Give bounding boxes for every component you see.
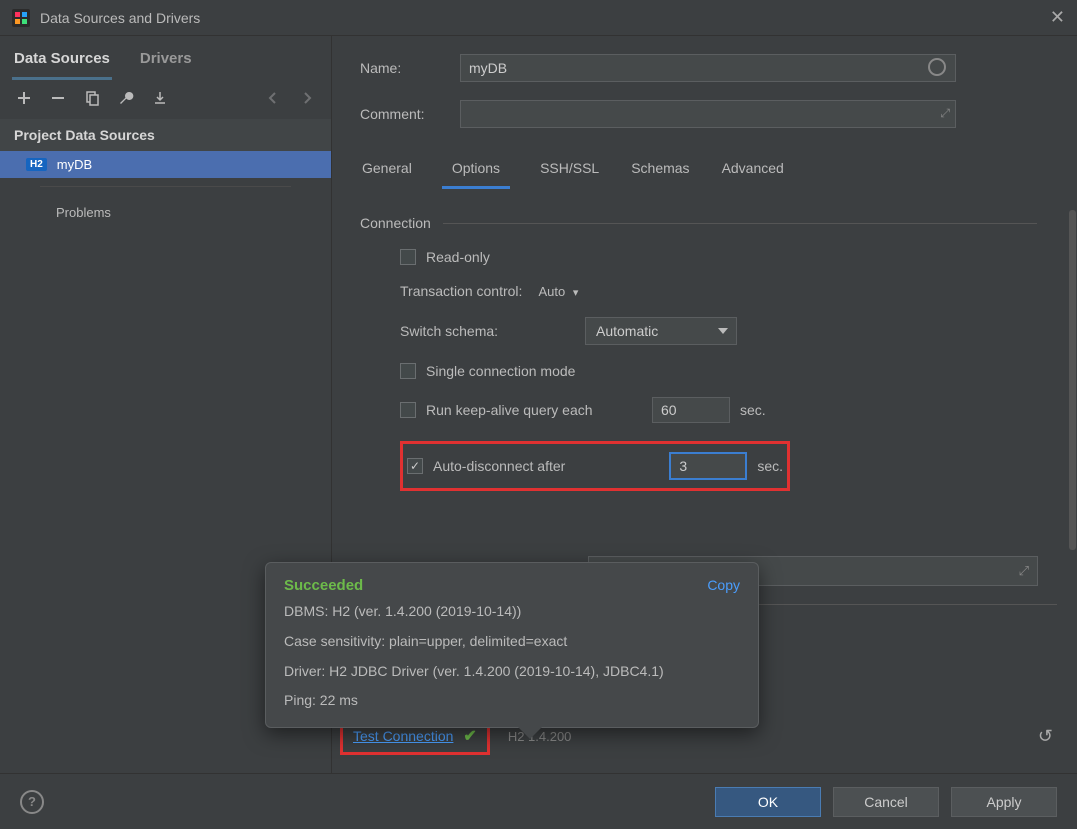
ok-button[interactable]: OK: [715, 787, 821, 817]
tab-drivers[interactable]: Drivers: [138, 44, 194, 80]
keepalive-label: Run keep-alive query each: [426, 402, 642, 418]
app-icon: [12, 9, 30, 27]
sidebar-item-label: myDB: [57, 157, 92, 172]
autodisconnect-row-highlight: Auto-disconnect after sec.: [400, 441, 790, 491]
sidebar-item-problems[interactable]: Problems: [0, 195, 331, 230]
dbms-line: DBMS: H2 (ver. 1.4.200 (2019-10-14)): [284, 600, 740, 624]
close-icon[interactable]: ✕: [1050, 7, 1065, 28]
add-icon[interactable]: [16, 90, 32, 109]
success-checkmark-icon: ✔: [463, 726, 476, 746]
bottom-bar: ? OK Cancel Apply: [0, 773, 1077, 829]
tab-schemas[interactable]: Schemas: [629, 156, 691, 189]
forward-icon[interactable]: [299, 90, 315, 109]
comment-label: Comment:: [360, 106, 460, 122]
autodisconnect-label: Auto-disconnect after: [433, 458, 605, 474]
transaction-select[interactable]: Auto ▾: [538, 284, 578, 299]
sec-label: sec.: [740, 402, 766, 418]
autodisconnect-input[interactable]: [669, 452, 747, 480]
import-icon[interactable]: [152, 90, 168, 109]
name-input[interactable]: [460, 54, 956, 82]
apply-button[interactable]: Apply: [951, 787, 1057, 817]
color-circle-icon[interactable]: [928, 58, 946, 76]
section-header: Project Data Sources: [0, 119, 331, 151]
keepalive-input[interactable]: [652, 397, 730, 423]
content-tabs: General Options SSH/SSL Schemas Advanced: [360, 146, 1077, 189]
tab-sshssl[interactable]: SSH/SSL: [538, 156, 601, 189]
connection-result-tooltip: Succeeded Copy DBMS: H2 (ver. 1.4.200 (2…: [265, 562, 759, 728]
tree-separator: [40, 186, 291, 187]
single-connection-label: Single connection mode: [426, 363, 575, 379]
ping-line: Ping: 22 ms: [284, 689, 740, 713]
comment-input[interactable]: [460, 100, 956, 128]
wrench-icon[interactable]: [118, 90, 134, 109]
name-label: Name:: [360, 60, 460, 76]
scrollbar[interactable]: [1069, 210, 1076, 550]
titlebar: Data Sources and Drivers ✕: [0, 0, 1077, 36]
driver-line: Driver: H2 JDBC Driver (ver. 1.4.200 (20…: [284, 660, 740, 684]
expand-icon[interactable]: ⤢: [940, 106, 950, 121]
cancel-button[interactable]: Cancel: [833, 787, 939, 817]
back-icon[interactable]: [265, 90, 281, 109]
keepalive-checkbox[interactable]: [400, 402, 416, 418]
expand-icon[interactable]: ⤢: [1019, 563, 1029, 579]
tab-options[interactable]: Options: [442, 156, 510, 189]
single-connection-checkbox[interactable]: [400, 363, 416, 379]
switch-schema-label: Switch schema:: [400, 323, 575, 339]
copy-link[interactable]: Copy: [707, 577, 740, 593]
tab-general[interactable]: General: [360, 156, 414, 189]
readonly-checkbox[interactable]: [400, 249, 416, 265]
help-icon[interactable]: ?: [20, 790, 44, 814]
transaction-label: Transaction control:: [400, 283, 522, 299]
status-text: Succeeded: [284, 577, 363, 594]
revert-icon[interactable]: ↺: [1038, 726, 1053, 747]
window-title: Data Sources and Drivers: [40, 10, 200, 26]
h2-badge-icon: H2: [26, 158, 47, 171]
tab-data-sources[interactable]: Data Sources: [12, 44, 112, 80]
readonly-label: Read-only: [426, 249, 490, 265]
test-connection-link[interactable]: Test Connection: [353, 728, 453, 744]
switch-schema-select[interactable]: Automatic: [585, 317, 737, 345]
sidebar-toolbar: [0, 80, 331, 119]
sidebar-item-mydb[interactable]: H2 myDB: [0, 151, 331, 178]
remove-icon[interactable]: [50, 90, 66, 109]
sec-label2: sec.: [757, 458, 783, 474]
chevron-down-icon: ▾: [573, 287, 579, 299]
tab-advanced[interactable]: Advanced: [720, 156, 786, 189]
divider: [443, 223, 1037, 224]
dropdown-triangle-icon: [718, 328, 728, 334]
autodisconnect-checkbox[interactable]: [407, 458, 423, 474]
copy-icon[interactable]: [84, 90, 100, 109]
case-line: Case sensitivity: plain=upper, delimited…: [284, 630, 740, 654]
connection-title: Connection: [360, 215, 431, 231]
